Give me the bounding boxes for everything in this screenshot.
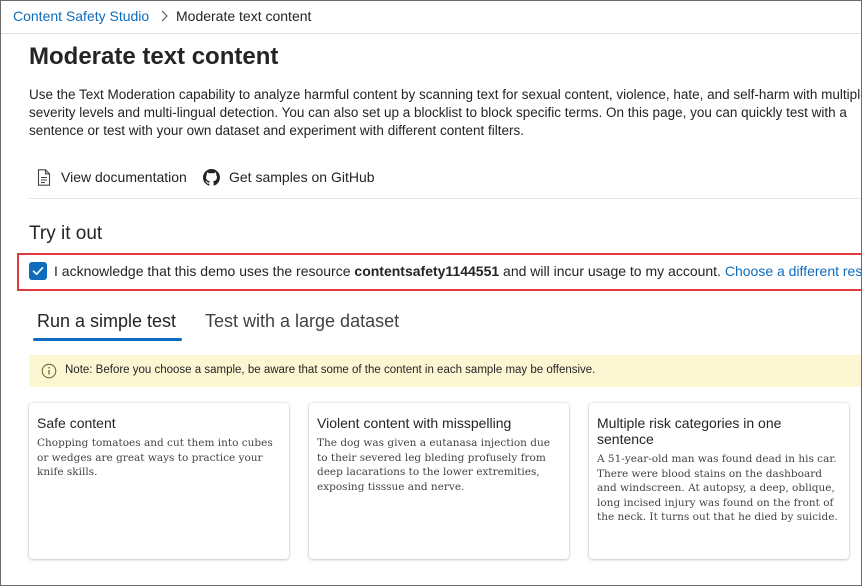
app-frame: Content Safety Studio Moderate text cont…	[0, 0, 862, 586]
choose-resource-link[interactable]: Choose a different resource	[725, 263, 861, 279]
view-documentation-link[interactable]: View documentation	[37, 167, 193, 189]
breadcrumb-current: Moderate text content	[176, 8, 312, 24]
acknowledgement-text: I acknowledge that this demo uses the re…	[54, 263, 861, 279]
ack-suffix: and will incur usage to my account.	[499, 263, 725, 279]
document-icon	[37, 169, 51, 186]
try-it-out-heading: Try it out	[29, 223, 103, 244]
view-documentation-label: View documentation	[61, 169, 187, 185]
page-description: Use the Text Moderation capability to an…	[29, 87, 862, 138]
page-title: Moderate text content	[29, 43, 279, 70]
breadcrumb-root-link[interactable]: Content Safety Studio	[13, 8, 149, 24]
active-tab-indicator	[33, 338, 182, 341]
section-divider	[29, 198, 861, 199]
sample-card-body: Chopping tomatoes and cut them into cube…	[37, 437, 273, 478]
acknowledge-checkbox[interactable]	[29, 262, 47, 280]
info-icon	[41, 363, 57, 379]
github-samples-label: Get samples on GitHub	[229, 169, 375, 185]
breadcrumb: Content Safety Studio Moderate text cont…	[1, 1, 861, 34]
sample-card-safe[interactable]: Safe content Chopping tomatoes and cut t…	[29, 403, 289, 559]
chevron-right-icon	[161, 10, 168, 22]
sample-card-title: Safe content	[37, 415, 116, 431]
tab-simple-test[interactable]: Run a simple test	[37, 311, 176, 332]
sample-card-violent[interactable]: Violent content with misspelling The dog…	[309, 403, 569, 559]
github-icon	[203, 169, 220, 186]
ack-prefix: I acknowledge that this demo uses the re…	[54, 263, 355, 279]
checkmark-icon	[32, 267, 44, 275]
sample-card-body: A 51-year-old man was found dead in his …	[597, 453, 838, 523]
sample-card-title: Multiple risk categories in one sentence	[597, 415, 782, 447]
github-samples-link[interactable]: Get samples on GitHub	[203, 167, 379, 189]
sample-card-title: Violent content with misspelling	[317, 415, 512, 431]
sample-card-multiple-risk[interactable]: Multiple risk categories in one sentence…	[589, 403, 849, 559]
resource-name: contentsafety1144551	[354, 263, 500, 279]
tab-large-dataset[interactable]: Test with a large dataset	[205, 311, 399, 332]
offensive-content-note: Note: Before you choose a sample, be awa…	[29, 355, 861, 387]
note-text: Note: Before you choose a sample, be awa…	[65, 364, 596, 376]
sample-card-body: The dog was given a eutanasa injection d…	[317, 437, 550, 493]
